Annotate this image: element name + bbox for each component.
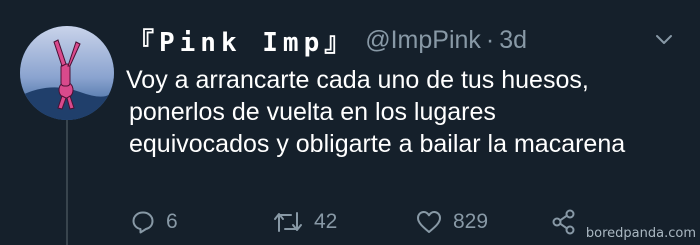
share-icon	[552, 209, 575, 235]
tweet-text: Voy a arrancarte cada uno de tus huesos,…	[126, 64, 691, 160]
user-handle[interactable]: @ImpPink	[365, 26, 481, 55]
display-name[interactable]: 『Pink Imp』	[128, 22, 355, 59]
reply-icon	[132, 211, 154, 234]
tweet-text-line: Voy a arrancarte cada uno de tus huesos,	[126, 66, 589, 94]
reply-count: 6	[166, 210, 178, 233]
retweet-button[interactable]: 42	[272, 209, 415, 235]
avatar[interactable]	[20, 26, 114, 120]
chevron-down-icon[interactable]	[650, 26, 678, 54]
tweet-header: 『Pink Imp』 @ImpPink · 3d	[128, 22, 527, 58]
header-separator: ·	[485, 25, 495, 54]
share-button[interactable]	[550, 208, 578, 236]
retweet-count: 42	[314, 210, 338, 233]
like-count: 829	[453, 210, 489, 233]
reply-button[interactable]: 6	[130, 209, 272, 235]
tweet-text-line: equivocados y obligarte a bailar la maca…	[129, 130, 626, 158]
watermark: boredpanda.com	[585, 226, 696, 241]
timestamp[interactable]: 3d	[499, 26, 527, 55]
retweet-icon	[274, 212, 302, 232]
tweet-text-line: ponerlos de vuelta en los lugares	[129, 98, 496, 126]
like-button[interactable]: 829	[415, 209, 550, 235]
heart-icon	[417, 211, 441, 233]
tweet-actions: 6 42 829	[130, 208, 578, 236]
